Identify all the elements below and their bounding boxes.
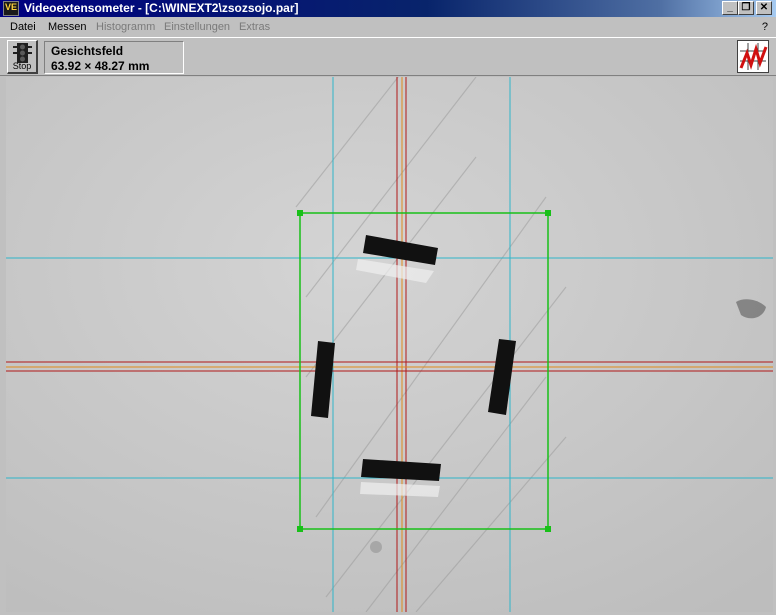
field-of-view-value: 63.92 × 48.27 mm	[51, 59, 150, 73]
title-bar[interactable]: VE Videoextensometer - [C:\WINEXT2\zsozs…	[0, 0, 776, 17]
stop-button[interactable]: Stop	[7, 40, 38, 74]
chart-icon	[739, 43, 768, 70]
menu-einstellungen[interactable]: Einstellungen	[164, 18, 230, 37]
camera-image-view[interactable]	[6, 77, 773, 612]
menu-bar: Datei Messen Histogramm Einstellungen Ex…	[0, 18, 776, 37]
stop-label: Stop	[12, 61, 32, 71]
application-window: VE Videoextensometer - [C:\WINEXT2\zsozs…	[0, 0, 776, 615]
restore-button[interactable]: ❐	[738, 1, 754, 15]
chart-button[interactable]	[737, 40, 769, 73]
minimize-button[interactable]: _	[722, 1, 738, 15]
menu-messen[interactable]: Messen	[48, 18, 87, 37]
window-title: Videoextensometer - [C:\WINEXT2\zsozsojo…	[24, 1, 299, 15]
menu-datei[interactable]: Datei	[10, 18, 36, 37]
app-icon[interactable]: VE	[3, 1, 19, 16]
toolbar: Stop Gesichtsfeld 63.92 × 48.27 mm	[0, 37, 776, 76]
menu-extras[interactable]: Extras	[239, 18, 270, 37]
field-of-view-title: Gesichtsfeld	[51, 44, 124, 58]
close-button[interactable]: ✕	[756, 1, 772, 15]
menu-histogramm[interactable]: Histogramm	[96, 18, 155, 37]
camera-image	[6, 77, 773, 612]
field-of-view-panel: Gesichtsfeld 63.92 × 48.27 mm	[44, 41, 184, 74]
menu-help[interactable]: ?	[762, 18, 768, 37]
